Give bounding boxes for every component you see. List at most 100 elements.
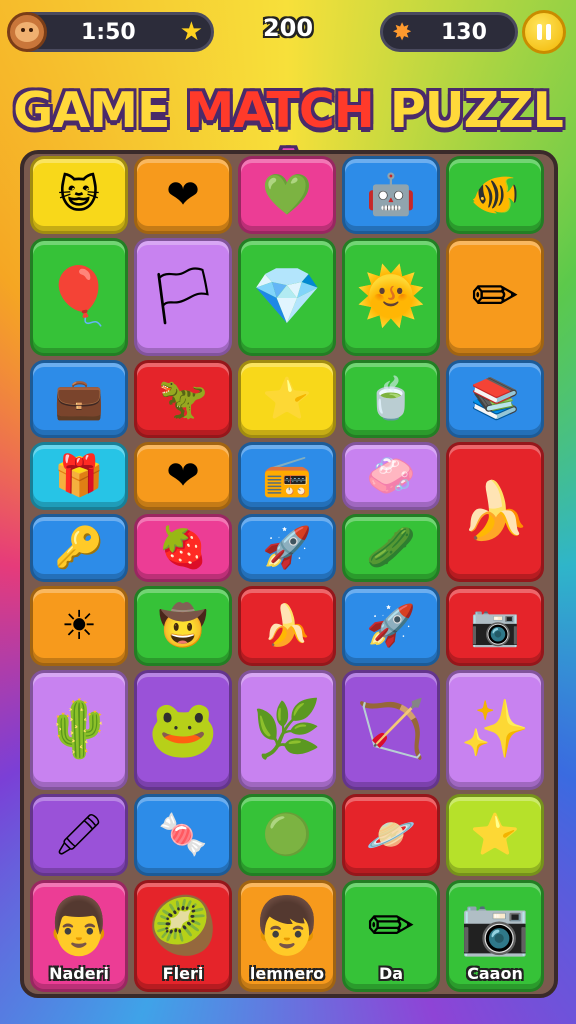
tile-r9c2[interactable]: 🥝 Fleri bbox=[134, 880, 232, 992]
green-blob-icon: 🟢 bbox=[262, 812, 312, 858]
dinosaur-icon: 🦖 bbox=[158, 376, 208, 422]
tile-r3c2[interactable]: 🦖 bbox=[134, 360, 232, 438]
chef-face-icon: 👨 bbox=[44, 894, 114, 959]
tile-r7c5[interactable]: ✨ bbox=[446, 670, 544, 790]
title-word-game: GAME bbox=[13, 82, 170, 139]
tile-r1c2[interactable]: ❤ bbox=[134, 156, 232, 234]
marker-icon: 🖍 bbox=[53, 812, 105, 858]
boy-face-icon: 👦 bbox=[252, 894, 322, 959]
tile-r6c3[interactable]: 🍌 bbox=[238, 586, 336, 666]
plant-hand-icon: 🌿 bbox=[252, 697, 322, 762]
tile-label: Fleri bbox=[162, 964, 204, 983]
cactus-icon: 🌵 bbox=[44, 697, 114, 762]
tile-r5c4[interactable]: 🥒 bbox=[342, 514, 440, 582]
title-word-puzzl: PUZZL bbox=[389, 82, 564, 139]
tile-r7c1[interactable]: 🌵 bbox=[30, 670, 128, 790]
usb-key-icon: 🔑 bbox=[54, 525, 104, 571]
candy-icon: 🍬 bbox=[158, 812, 208, 858]
tile-r1c3[interactable]: 💚 bbox=[238, 156, 336, 234]
tile-r3c5[interactable]: 📚 bbox=[446, 360, 544, 438]
tile-r8c5[interactable]: ⭐ bbox=[446, 794, 544, 876]
tile-label: lemnero bbox=[249, 964, 325, 983]
sun-icon: ☀ bbox=[61, 603, 97, 649]
tile-r8c3[interactable]: 🟢 bbox=[238, 794, 336, 876]
heart-icon: ❤ bbox=[166, 172, 200, 218]
robot-camera-icon: 📷 bbox=[460, 894, 530, 959]
green-heart-icon: 💚 bbox=[262, 172, 312, 218]
tile-r2c2[interactable]: 🏳 bbox=[134, 238, 232, 356]
tile-r9c3[interactable]: 👦 lemnero bbox=[238, 880, 336, 992]
tile-r3c4[interactable]: 🍵 bbox=[342, 360, 440, 438]
tile-r9c5[interactable]: 📷 Caaon bbox=[446, 880, 544, 992]
pencil-icon: ✏ bbox=[367, 894, 415, 959]
tile-label: Naderi bbox=[49, 964, 109, 983]
tile-r2c4[interactable]: 🌞 bbox=[342, 238, 440, 356]
banana-icon: 🍌 bbox=[262, 603, 312, 649]
tile-r4c5[interactable]: 🍌 bbox=[446, 442, 544, 582]
tile-r5c1[interactable]: 🔑 bbox=[30, 514, 128, 582]
planet-icon: 🪐 bbox=[366, 812, 416, 858]
puzzle-piece-icon: ✸ bbox=[391, 18, 413, 46]
molecule-icon: ✨ bbox=[460, 697, 530, 762]
tile-r8c2[interactable]: 🍬 bbox=[134, 794, 232, 876]
tile-label: Caaon bbox=[467, 964, 523, 983]
orange-fish-icon: 🐠 bbox=[470, 172, 520, 218]
tile-r7c4[interactable]: 🏹 bbox=[342, 670, 440, 790]
tile-label: Da bbox=[378, 964, 404, 983]
tile-r3c3[interactable]: ⭐ bbox=[238, 360, 336, 438]
gift-box-icon: 🎁 bbox=[54, 453, 104, 499]
tile-r5c2[interactable]: 🍓 bbox=[134, 514, 232, 582]
tile-r1c1[interactable]: 😺 bbox=[30, 156, 128, 234]
tile-r2c3[interactable]: 💎 bbox=[238, 238, 336, 356]
game-board: 😺 ❤ 💚 🤖 🐠 🎈 🏳 💎 🌞 ✏ 💼 🦖 ⭐ 🍵 📚 🎁 ❤ 📻 🧼 🍌 🔑 🍓 🚀 🥒 ☀ 🤠 🍌 🚀 📷 🌵 🐸 🌿 🏹 ✨ 🖍 🍬 🟢 🪐 ⭐ 👨… bbox=[20, 150, 558, 998]
hero-arrows-icon: 🏹 bbox=[356, 697, 426, 762]
banana-icon: 🍌 bbox=[460, 479, 530, 544]
heart-icon: ❤ bbox=[166, 453, 200, 499]
tile-r6c4[interactable]: 🚀 bbox=[342, 586, 440, 666]
strawberry-heart-icon: 🍓 bbox=[158, 525, 208, 571]
pause-button[interactable] bbox=[522, 10, 566, 54]
tile-r6c1[interactable]: ☀ bbox=[30, 586, 128, 666]
robot-face-icon: 🤖 bbox=[366, 172, 416, 218]
tile-r4c4[interactable]: 🧼 bbox=[342, 442, 440, 510]
tile-r6c5[interactable]: 📷 bbox=[446, 586, 544, 666]
silver-star-icon: ⭐ bbox=[262, 376, 312, 422]
briefcase-icon: 💼 bbox=[54, 376, 104, 422]
tile-r7c3[interactable]: 🌿 bbox=[238, 670, 336, 790]
tile-r1c5[interactable]: 🐠 bbox=[446, 156, 544, 234]
tile-r9c1[interactable]: 👨 Naderi bbox=[30, 880, 128, 992]
green-gem-icon: 💎 bbox=[252, 264, 322, 329]
radio-icon: 📻 bbox=[262, 453, 312, 499]
tile-r2c5[interactable]: ✏ bbox=[446, 238, 544, 356]
monster-face-icon: 🐸 bbox=[148, 697, 218, 762]
pause-icon bbox=[537, 24, 542, 40]
title-word-match: MATCH bbox=[185, 82, 375, 139]
tile-r7c2[interactable]: 🐸 bbox=[134, 670, 232, 790]
tile-r8c1[interactable]: 🖍 bbox=[30, 794, 128, 876]
paper-plane-icon: 🚀 bbox=[262, 525, 312, 571]
tile-r2c1[interactable]: 🎈 bbox=[30, 238, 128, 356]
tile-r1c4[interactable]: 🤖 bbox=[342, 156, 440, 234]
tile-r4c3[interactable]: 📻 bbox=[238, 442, 336, 510]
blue-flag-icon: 🏳 bbox=[147, 264, 219, 329]
green-pot-icon: 🍵 bbox=[366, 376, 416, 422]
tile-r6c2[interactable]: 🤠 bbox=[134, 586, 232, 666]
coins-panel: ✸ 130 bbox=[380, 12, 518, 52]
cucumber-icon: 🥒 bbox=[366, 525, 416, 571]
tile-r8c4[interactable]: 🪐 bbox=[342, 794, 440, 876]
coins-value: 130 bbox=[441, 19, 487, 45]
smiling-sun-icon: 🌞 bbox=[356, 264, 426, 329]
book-stack-icon: 📚 bbox=[470, 376, 520, 422]
pink-eraser-icon: 🧼 bbox=[366, 453, 416, 499]
tile-r5c3[interactable]: 🚀 bbox=[238, 514, 336, 582]
tile-r4c2[interactable]: ❤ bbox=[134, 442, 232, 510]
tile-r9c4[interactable]: ✏ Da bbox=[342, 880, 440, 992]
camera-icon: 📷 bbox=[470, 603, 520, 649]
rocket-icon: 🚀 bbox=[366, 603, 416, 649]
gold-star-icon: ⭐ bbox=[470, 812, 520, 858]
tile-r4c1[interactable]: 🎁 bbox=[30, 442, 128, 510]
cowboy-face-icon: 🤠 bbox=[158, 603, 208, 649]
pencil-icon: ✏ bbox=[471, 264, 519, 329]
tile-r3c1[interactable]: 💼 bbox=[30, 360, 128, 438]
red-balloon-icon: 🎈 bbox=[44, 264, 114, 329]
